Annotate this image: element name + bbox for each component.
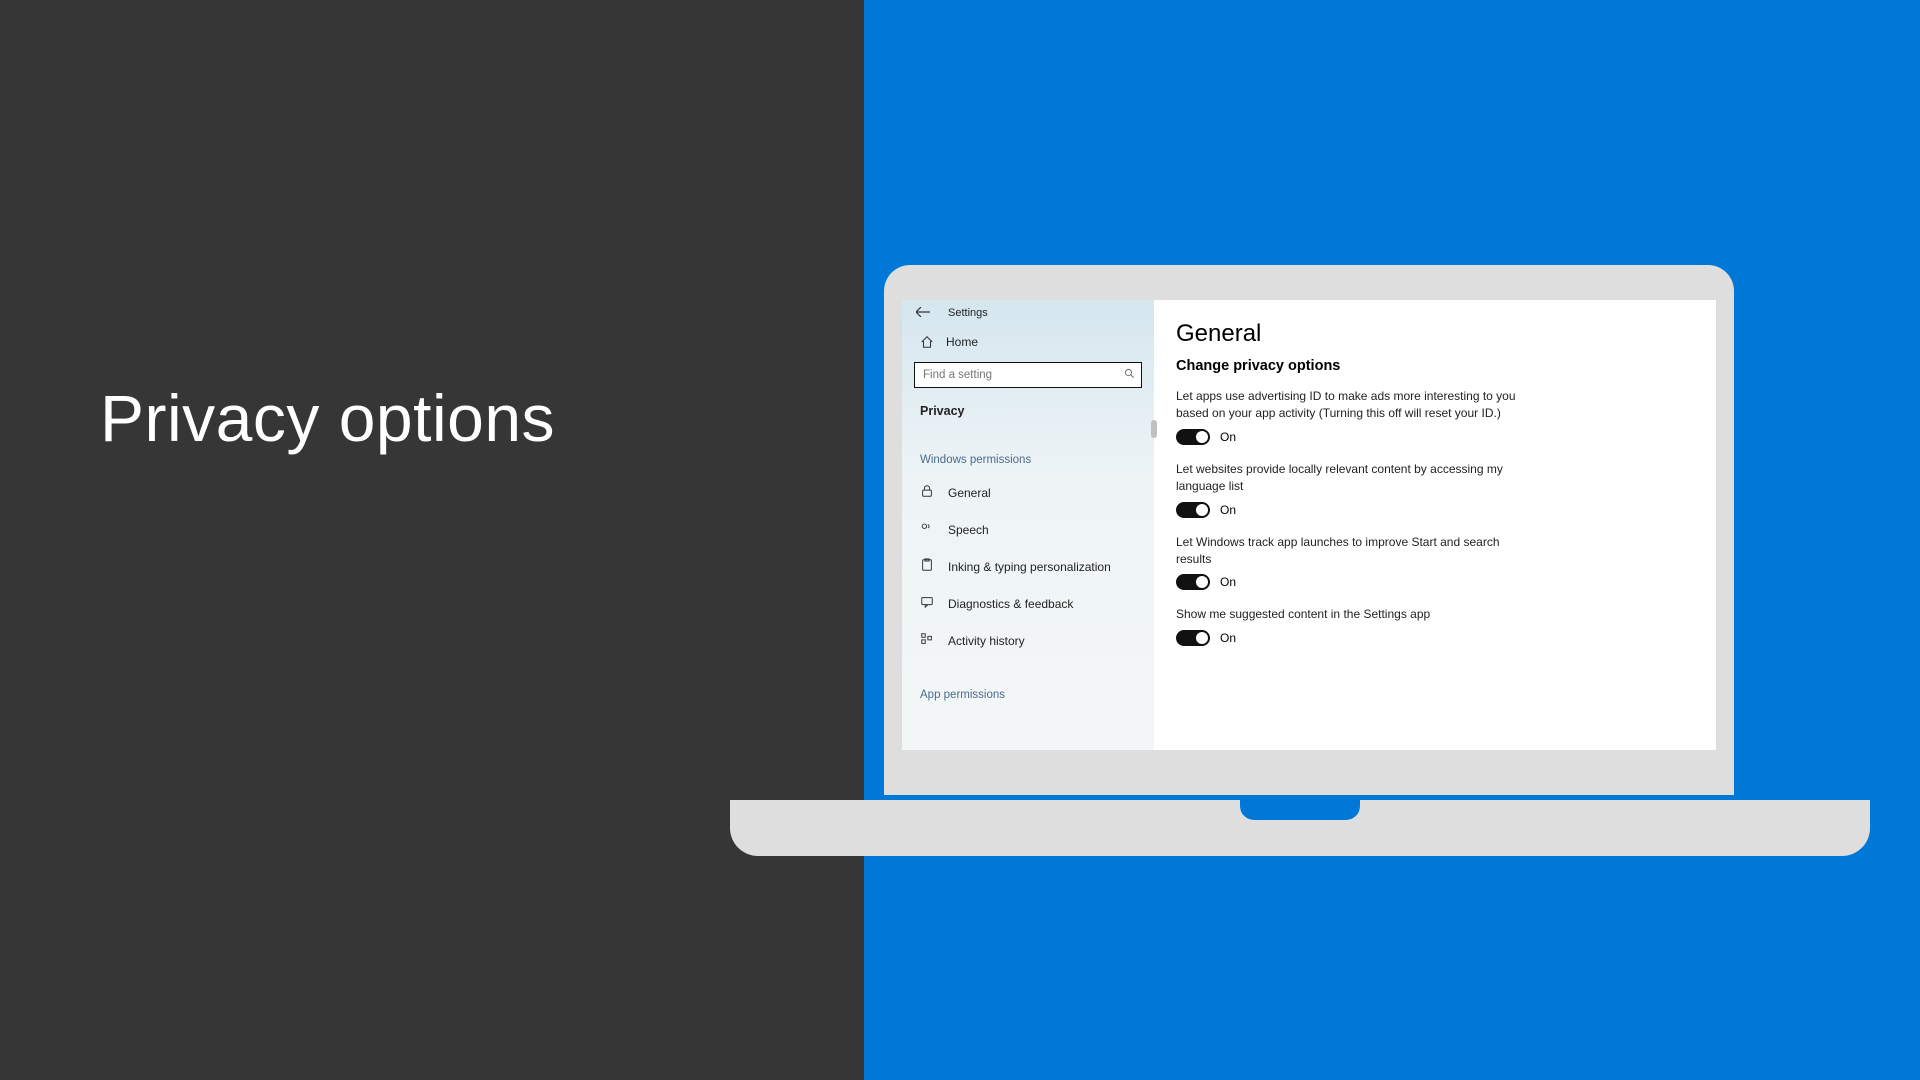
toggle-advertising-id[interactable] [1176,429,1210,445]
sidebar-item-activity[interactable]: Activity history [902,622,1154,659]
sidebar-item-inking[interactable]: Inking & typing personalization [902,548,1154,585]
sidebar-group-windows-permissions: Windows permissions [902,428,1154,474]
sidebar-item-label: Home [946,335,978,349]
sidebar-item-label: General [948,486,991,500]
toggle-state: On [1220,503,1236,517]
settings-content: General Change privacy options Let apps … [1154,300,1716,750]
search-input[interactable] [923,369,1124,381]
sidebar-item-general[interactable]: General [902,474,1154,511]
toggle-language-list[interactable] [1176,502,1210,518]
page-title: General [1176,320,1694,348]
slide-left-panel: Privacy options [0,0,864,1080]
option-label: Let Windows track app launches to improv… [1176,534,1536,569]
privacy-option: Let apps use advertising ID to make ads … [1176,388,1694,445]
option-label: Show me suggested content in the Setting… [1176,606,1536,623]
toggle-app-launches[interactable] [1176,574,1210,590]
home-icon [920,335,934,349]
settings-sidebar: Settings Home Privacy Windows permission… [902,300,1154,750]
sidebar-item-diagnostics[interactable]: Diagnostics & feedback [902,585,1154,622]
toggle-state: On [1220,575,1236,589]
timeline-icon [920,632,934,649]
settings-app-title: Settings [948,307,988,319]
clipboard-icon [920,558,934,575]
back-button[interactable] [916,306,930,320]
toggle-state: On [1220,631,1236,645]
sidebar-item-home[interactable]: Home [902,326,1154,358]
laptop-notch [1240,798,1360,820]
sidebar-item-label: Inking & typing personalization [948,560,1111,574]
feedback-icon [920,595,934,612]
settings-window: Settings Home Privacy Windows permission… [902,300,1716,750]
sidebar-current-section: Privacy [902,396,1154,428]
laptop-base [730,800,1870,856]
page-subtitle: Change privacy options [1176,358,1694,374]
scrollbar[interactable] [1151,420,1157,438]
slide-stage: Privacy options Settings Home [0,0,1920,1080]
sidebar-item-label: Diagnostics & feedback [948,597,1073,611]
sidebar-item-speech[interactable]: Speech [902,511,1154,548]
privacy-option: Let Windows track app launches to improv… [1176,534,1694,591]
sidebar-item-label: Speech [948,523,989,537]
slide-title: Privacy options [100,380,555,456]
sidebar-group-app-permissions: App permissions [902,659,1154,709]
sidebar-item-label: Activity history [948,634,1025,648]
settings-header: Settings [902,300,1154,326]
privacy-option: Let websites provide locally relevant co… [1176,461,1694,518]
privacy-option: Show me suggested content in the Setting… [1176,606,1694,645]
speech-icon [920,521,934,538]
option-label: Let apps use advertising ID to make ads … [1176,388,1536,423]
toggle-suggested-content[interactable] [1176,630,1210,646]
search-icon [1124,368,1135,382]
toggle-state: On [1220,430,1236,444]
lock-icon [920,484,934,501]
search-input-container[interactable] [914,362,1142,388]
option-label: Let websites provide locally relevant co… [1176,461,1536,496]
